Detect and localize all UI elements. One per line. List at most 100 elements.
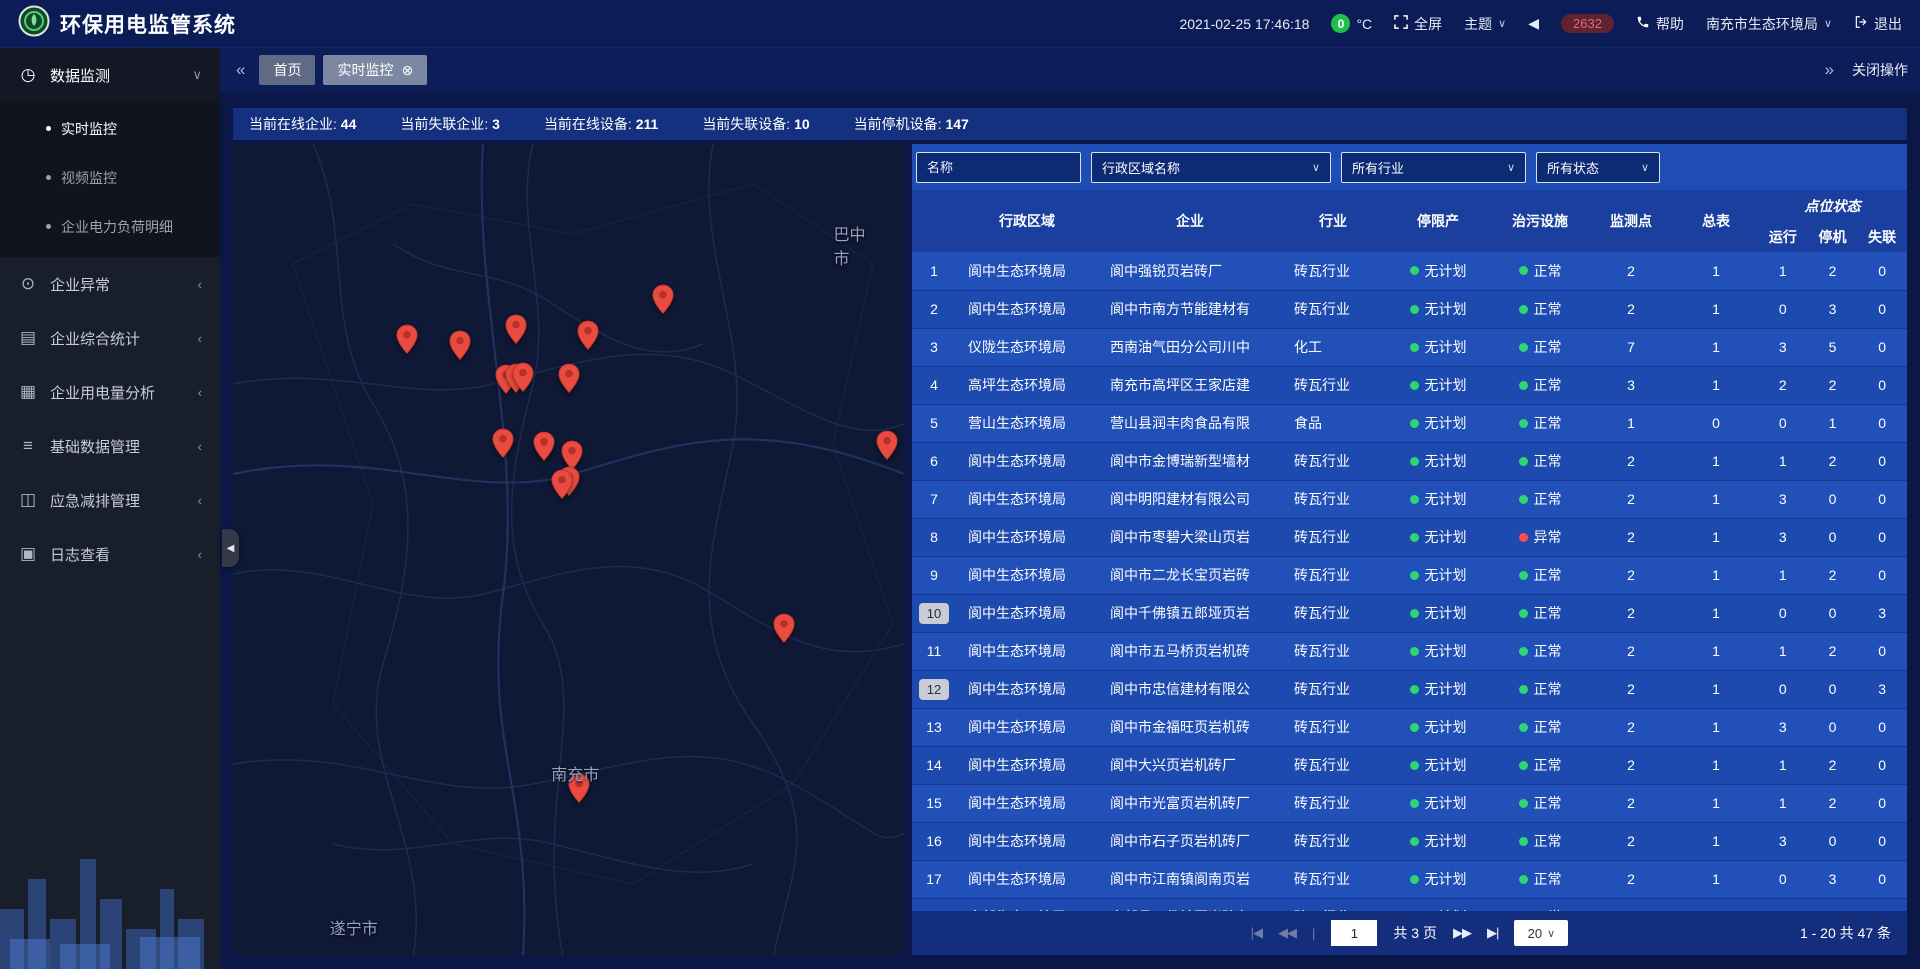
table-row[interactable]: 3仪陇生态环境局西南油气田分公司川中化工无计划正常71350 (912, 328, 1907, 366)
name-filter-input[interactable] (916, 152, 1081, 183)
table-row[interactable]: 9阆中生态环境局阆中市二龙长宝页岩砖砖瓦行业无计划正常21120 (912, 556, 1907, 594)
tab-1[interactable]: 实时监控⊗ (323, 55, 427, 85)
sidebar-item-6[interactable]: ▣日志查看‹ (0, 527, 220, 581)
status-badge: 正常 (1519, 375, 1562, 395)
alert-icon: ⊙ (18, 274, 38, 294)
table-row[interactable]: 12阆中生态环境局阆中市忠信建材有限公砖瓦行业无计划正常21003 (912, 670, 1907, 708)
sidebar-item-5[interactable]: ◫应急减排管理‹ (0, 473, 220, 527)
help-button[interactable]: 帮助 (1636, 14, 1684, 34)
table-row[interactable]: 6阆中生态环境局阆中市金博瑞新型墙材砖瓦行业无计划正常21120 (912, 442, 1907, 480)
table-row[interactable]: 7阆中生态环境局阆中明阳建材有限公司砖瓦行业无计划正常21300 (912, 480, 1907, 518)
industry-filter-select[interactable]: 所有行业 ∨ (1341, 152, 1526, 183)
table-row[interactable]: 8阆中生态环境局阆中市枣碧大梁山页岩砖瓦行业无计划异常21300 (912, 518, 1907, 556)
cell-points: 2 (1588, 290, 1674, 328)
chevron-left-icon: ‹ (198, 385, 202, 400)
cell-index: 11 (912, 632, 956, 670)
table-row[interactable]: 2阆中生态环境局阆中市南方节能建材有砖瓦行业无计划正常21030 (912, 290, 1907, 328)
cell-facility-status: 正常 (1492, 556, 1588, 594)
table-row[interactable]: 15阆中生态环境局阆中市光富页岩机砖厂砖瓦行业无计划正常21120 (912, 784, 1907, 822)
sidebar-subitem-0-1[interactable]: 视频监控 (0, 153, 220, 202)
table-row[interactable]: 4高坪生态环境局南充市高坪区王家店建砖瓦行业无计划正常31220 (912, 366, 1907, 404)
stat-value: 3 (492, 116, 500, 132)
region-filter-select[interactable]: 行政区域名称 ∨ (1091, 152, 1331, 183)
close-operations-button[interactable]: 关闭操作 (1852, 60, 1908, 80)
cell-meters: 1 (1674, 822, 1758, 860)
col-region: 行政区域 (956, 190, 1098, 252)
page-number-input[interactable] (1331, 920, 1377, 946)
sidebar-item-2[interactable]: ▤企业综合统计‹ (0, 311, 220, 365)
announcement-icon[interactable]: ◀ (1528, 15, 1539, 32)
cell-company: 营山县润丰肉食品有限 (1098, 404, 1282, 442)
city-label: 遂宁市 (330, 915, 378, 939)
tabs-scroll-right-icon[interactable]: » (1821, 60, 1838, 80)
map-pin-icon[interactable] (772, 613, 795, 649)
map-pin-icon[interactable] (576, 320, 599, 356)
status-dot-icon (1519, 381, 1528, 390)
table-row[interactable]: 16阆中生态环境局阆中市石子页岩机砖厂砖瓦行业无计划正常21300 (912, 822, 1907, 860)
stat-0: 当前在线企业: 44 (249, 114, 356, 134)
table-row[interactable]: 18南部生态环境局南部县双佛镇页岩砖有砖瓦行业无计划正常21030 (912, 898, 1907, 911)
table-row[interactable]: 10阆中生态环境局阆中千佛镇五郎垭页岩砖瓦行业无计划正常21003 (912, 594, 1907, 632)
table-row[interactable]: 17阆中生态环境局阆中市江南镇阆南页岩砖瓦行业无计划正常21030 (912, 860, 1907, 898)
table-row[interactable]: 1阆中生态环境局阆中强锐页岩砖厂砖瓦行业无计划正常21120 (912, 252, 1907, 290)
status-filter-select[interactable]: 所有状态 ∨ (1536, 152, 1660, 183)
tabs-scroll-left-icon[interactable]: « (232, 60, 249, 80)
stat-2: 当前在线设备: 211 (544, 114, 658, 134)
page-size-select[interactable]: 20 ∨ (1514, 920, 1568, 946)
table-row[interactable]: 11阆中生态环境局阆中市五马桥页岩机砖砖瓦行业无计划正常21120 (912, 632, 1907, 670)
cell-stop: 2 (1808, 784, 1858, 822)
fullscreen-button[interactable]: 全屏 (1394, 14, 1442, 34)
sidebar-subitem-0-0[interactable]: 实时监控 (0, 104, 220, 153)
map-pin-icon[interactable] (875, 430, 898, 466)
map-pin-icon[interactable] (533, 431, 556, 467)
sidebar-item-3[interactable]: ▦企业用电量分析‹ (0, 365, 220, 419)
sidebar-subitem-0-2[interactable]: 企业电力负荷明细 (0, 202, 220, 251)
map-pin-icon[interactable] (395, 324, 418, 360)
table-row[interactable]: 5营山生态环境局营山县润丰肉食品有限食品无计划正常10010 (912, 404, 1907, 442)
cell-facility-status: 正常 (1492, 252, 1588, 290)
first-page-button[interactable]: |◀ (1251, 925, 1262, 941)
notice-count-badge[interactable]: 2632 (1561, 14, 1614, 33)
logout-button[interactable]: 退出 (1854, 14, 1902, 34)
status-badge: 正常 (1519, 755, 1562, 775)
last-page-button[interactable]: ▶| (1487, 925, 1498, 941)
tab-0[interactable]: 首页 (259, 55, 315, 85)
map-pin-icon[interactable] (652, 284, 675, 320)
status-badge: 正常 (1519, 679, 1562, 699)
status-badge: 无计划 (1410, 413, 1467, 433)
table-row[interactable]: 13阆中生态环境局阆中市金福旺页岩机砖砖瓦行业无计划正常21300 (912, 708, 1907, 746)
next-page-button[interactable]: ▶▶ (1453, 925, 1471, 941)
status-badge: 无计划 (1410, 793, 1467, 813)
prev-page-button[interactable]: ◀◀ (1278, 925, 1296, 941)
org-dropdown[interactable]: 南充市生态环境局 ∨ (1706, 14, 1832, 34)
stat-label: 当前失联设备: (702, 116, 794, 132)
map-pin-icon[interactable] (448, 330, 471, 366)
status-text: 无计划 (1425, 299, 1467, 319)
map-panel[interactable]: 巴中市南充市遂宁市 (233, 144, 904, 955)
cell-meters: 1 (1674, 594, 1758, 632)
cell-index: 3 (912, 328, 956, 366)
cell-stop: 2 (1808, 746, 1858, 784)
stat-value: 10 (794, 116, 810, 132)
cell-lost: 0 (1857, 518, 1907, 556)
cell-company: 阆中市二龙长宝页岩砖 (1098, 556, 1282, 594)
sidebar-submenu: 实时监控视频监控企业电力负荷明细 (0, 102, 220, 257)
sidebar-item-1[interactable]: ⊙企业异常‹ (0, 257, 220, 311)
map-pin-icon[interactable] (557, 363, 580, 399)
sidebar: ◷数据监测∨实时监控视频监控企业电力负荷明细⊙企业异常‹▤企业综合统计‹▦企业用… (0, 48, 220, 969)
sidebar-item-4[interactable]: ≡基础数据管理‹ (0, 419, 220, 473)
cell-run: 1 (1758, 252, 1808, 290)
status-badge: 正常 (1519, 451, 1562, 471)
stats-bar: 当前在线企业: 44当前失联企业: 3当前在线设备: 211当前失联设备: 10… (233, 108, 1907, 140)
cell-facility-status: 正常 (1492, 860, 1588, 898)
map-pin-icon[interactable] (492, 428, 515, 464)
map-collapse-handle[interactable]: ◀ (222, 529, 239, 567)
close-icon[interactable]: ⊗ (401, 62, 413, 79)
map-pin-icon[interactable] (505, 314, 528, 350)
table-row[interactable]: 14阆中生态环境局阆中大兴页岩机砖厂砖瓦行业无计划正常21120 (912, 746, 1907, 784)
cell-facility-status: 正常 (1492, 822, 1588, 860)
theme-dropdown[interactable]: 主题 ∨ (1464, 14, 1506, 34)
map-pin-icon[interactable] (511, 362, 534, 398)
map-pin-icon[interactable] (551, 469, 574, 505)
sidebar-item-0[interactable]: ◷数据监测∨ (0, 48, 220, 102)
